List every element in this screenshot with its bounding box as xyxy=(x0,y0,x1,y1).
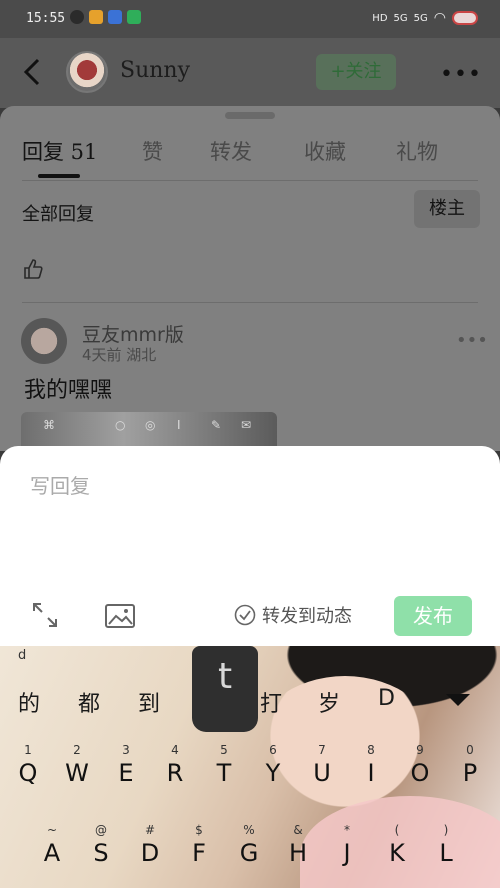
soft-keyboard: d 的 都 到 点 打 岁 D t 1Q 2W 3E 4R 5T 6Y 7U 8… xyxy=(0,646,500,888)
key-q[interactable]: 1Q xyxy=(8,742,48,792)
key-e[interactable]: 3E xyxy=(106,742,146,792)
wifi-icon: ◠ xyxy=(433,10,446,26)
suggestion-6[interactable]: 岁 xyxy=(318,686,340,718)
tab-divider xyxy=(22,180,478,181)
expand-icon[interactable] xyxy=(30,600,60,630)
comment-more-icon[interactable]: ••• xyxy=(456,330,488,351)
back-arrow-icon[interactable] xyxy=(18,56,46,88)
battery-icon xyxy=(452,11,478,25)
sheet-drag-handle[interactable] xyxy=(225,112,275,119)
status-bar: 15:55 HD 5G 5G ◠ xyxy=(0,0,500,38)
comment-meta: 4天前 湖北 xyxy=(82,346,157,364)
comment-divider xyxy=(22,302,478,303)
status-time: 15:55 xyxy=(26,11,66,26)
collapse-keyboard-icon[interactable] xyxy=(446,694,470,706)
image-pen-icon: ✎ xyxy=(211,418,222,432)
key-d[interactable]: # D xyxy=(130,822,170,872)
post-header: Sunny +关注 ••• xyxy=(0,38,500,108)
all-replies-filter[interactable]: 全部回复 xyxy=(22,200,94,226)
hd-icon: HD xyxy=(372,12,388,24)
publish-button[interactable]: 发布 xyxy=(394,596,472,636)
signal-5g-icon-2: 5G xyxy=(413,12,428,24)
image-search-icon: ○ xyxy=(115,418,126,432)
suggestion-2[interactable]: 都 xyxy=(78,686,100,718)
reply-input[interactable] xyxy=(30,468,470,504)
suggestion-1[interactable]: 的 xyxy=(18,686,40,718)
key-o[interactable]: 9O xyxy=(400,742,440,792)
system-icons: HD 5G 5G ◠ xyxy=(372,10,478,26)
tab-favorites[interactable]: 收藏 xyxy=(304,136,346,166)
follow-button[interactable]: +关注 xyxy=(316,54,396,90)
key-i[interactable]: 8I xyxy=(351,742,391,792)
key-t[interactable]: 5T xyxy=(204,742,244,792)
key-h[interactable]: & H xyxy=(278,822,318,872)
image-emoji-icon: ◎ xyxy=(145,418,156,432)
check-circle-icon xyxy=(234,604,256,626)
comment-tabs: 回复 51 赞 转发 收藏 礼物 xyxy=(0,128,500,180)
more-options-icon[interactable]: ••• xyxy=(440,62,482,87)
key-l[interactable]: ) L xyxy=(426,822,466,872)
key-g[interactable]: % G xyxy=(229,822,269,872)
key-preview-popup: t xyxy=(192,646,258,732)
tab-likes[interactable]: 赞 xyxy=(142,136,163,166)
suggestion-3[interactable]: 到 xyxy=(138,686,160,718)
tab-gifts[interactable]: 礼物 xyxy=(396,136,438,166)
key-f[interactable]: $ F xyxy=(179,822,219,872)
comment-text: 我的嘿嘿 xyxy=(24,378,113,403)
image-grid-icon: ⌘ xyxy=(43,418,55,432)
key-a[interactable]: ~ A xyxy=(32,822,72,872)
image-mail-icon: ✉ xyxy=(241,418,252,432)
commenter-name[interactable]: 豆友mmr版 xyxy=(82,320,184,347)
key-u[interactable]: 7U xyxy=(302,742,342,792)
signal-5g-icon: 5G xyxy=(393,12,408,24)
suggestion-5[interactable]: 打 xyxy=(260,686,282,718)
key-w[interactable]: 2W xyxy=(57,742,97,792)
commenter-avatar[interactable] xyxy=(21,318,67,364)
active-tab-indicator xyxy=(38,174,80,178)
tab-reposts[interactable]: 转发 xyxy=(210,136,252,166)
image-cursor-icon: Ⅰ xyxy=(177,418,181,432)
thumbs-up-icon[interactable] xyxy=(22,258,44,280)
tab-replies[interactable]: 回复 51 xyxy=(22,136,97,166)
key-p[interactable]: 0P xyxy=(450,742,490,792)
composing-text: d xyxy=(18,648,27,663)
reply-composer: 转发到动态 发布 xyxy=(0,446,500,646)
baidu-notification-icon xyxy=(108,10,122,24)
author-name[interactable]: Sunny xyxy=(120,58,190,83)
key-r[interactable]: 4R xyxy=(155,742,195,792)
comments-sheet: 回复 51 赞 转发 收藏 礼物 全部回复 楼主 豆友mmr版 4天前 湖北 •… xyxy=(0,106,500,456)
landlord-only-button[interactable]: 楼主 xyxy=(414,190,480,228)
author-avatar[interactable] xyxy=(66,51,108,93)
key-k[interactable]: (K xyxy=(377,822,417,872)
suggestion-7[interactable]: D xyxy=(378,686,395,711)
key-j[interactable]: * J xyxy=(327,822,367,872)
image-picker-icon[interactable] xyxy=(104,602,136,630)
chat-notification-icon xyxy=(70,10,84,24)
key-s[interactable]: @ S xyxy=(81,822,121,872)
repost-label: 转发到动态 xyxy=(262,606,352,627)
notification-icons xyxy=(70,10,141,24)
weibo-notification-icon xyxy=(89,10,103,24)
key-y[interactable]: 6Y xyxy=(253,742,293,792)
repost-to-feed-toggle[interactable]: 转发到动态 xyxy=(234,602,352,628)
key-preview-char: t xyxy=(217,656,233,697)
app-notification-icon xyxy=(127,10,141,24)
